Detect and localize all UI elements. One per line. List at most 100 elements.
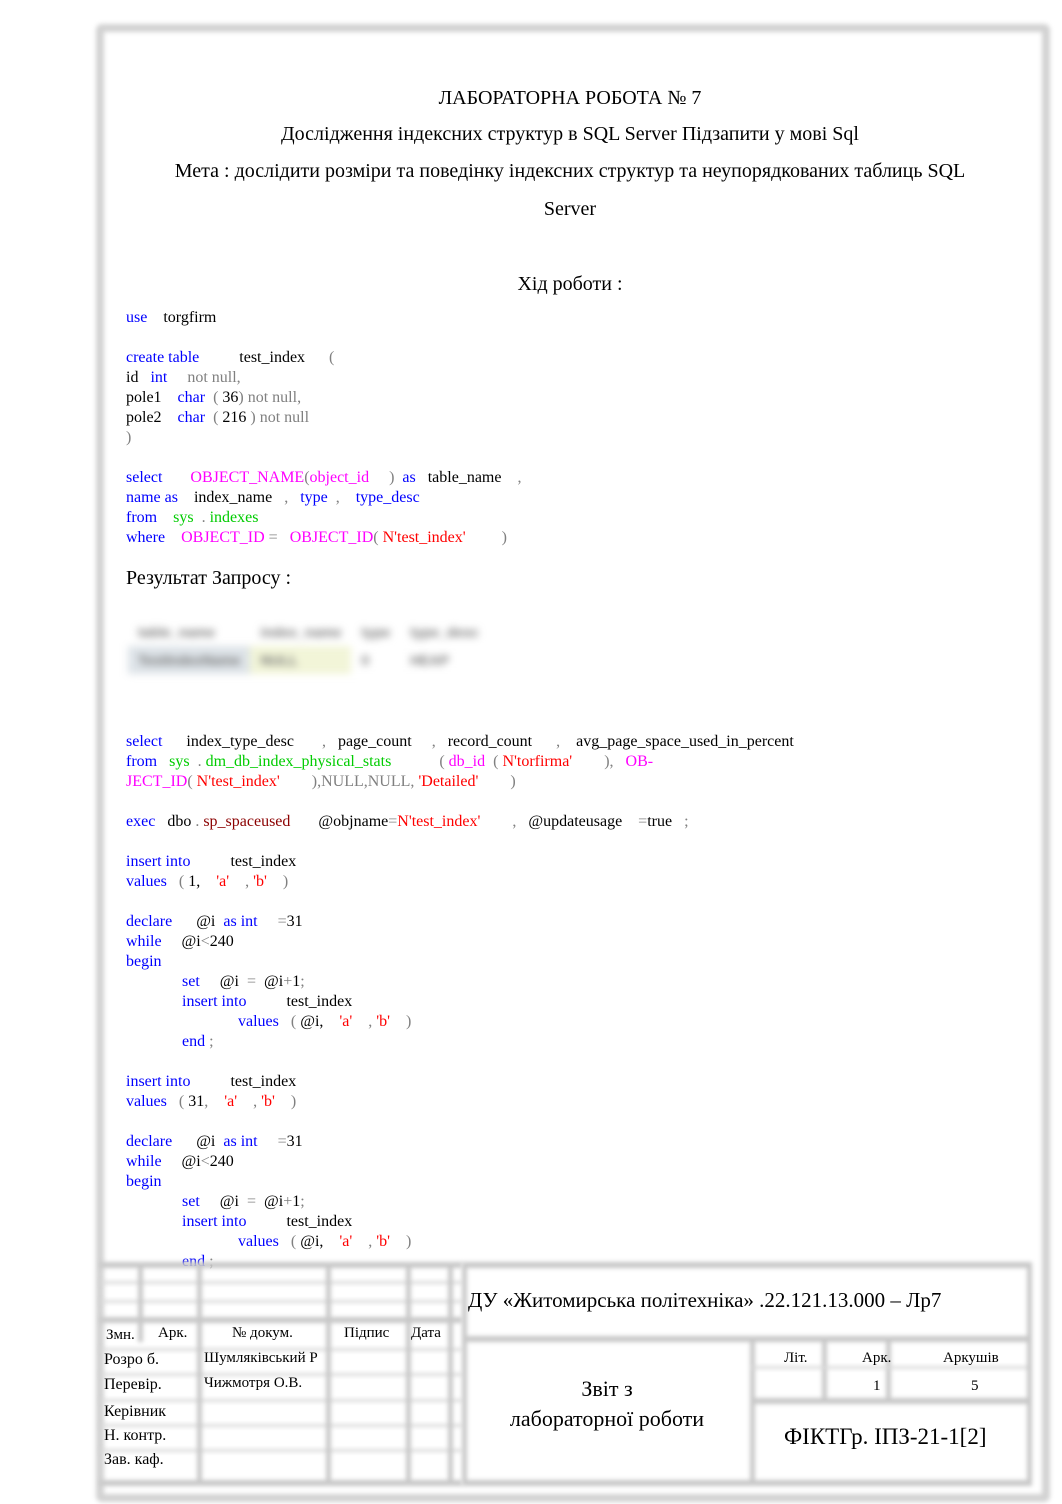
code-token: ;: [300, 973, 305, 990]
stamp-col-signature: Підпис: [344, 1325, 390, 1341]
query-result-image: table_name index_name type type_desc Tes…: [128, 618, 648, 696]
result-label: Результат Запросу :: [126, 567, 292, 589]
code-token: <: [200, 933, 210, 950]
code-token: @i: [199, 1193, 247, 1210]
code-token: values: [126, 873, 167, 890]
code-line: insert into test_index: [126, 992, 794, 1012]
code-token: @i: [172, 913, 224, 930]
code-token: begin: [126, 953, 162, 970]
code-line: from sys . indexes: [126, 508, 521, 528]
code-token: where: [126, 529, 166, 546]
code-token: @i,: [300, 1233, 324, 1250]
code-token: 'b': [253, 873, 267, 890]
code-token: test_index: [199, 349, 330, 366]
code-token: ,: [237, 1093, 262, 1110]
code-token: OBJECT_NAME: [190, 469, 305, 486]
code-token: as int: [223, 913, 258, 930]
code-line: while @i<240: [126, 932, 794, 952]
code-token: pole1: [126, 389, 178, 406]
code-token: sp_spaceused: [203, 813, 291, 830]
code-token: values: [126, 1093, 167, 1110]
code-token: @objname: [290, 813, 389, 830]
lab-goal-line-2: Server: [543, 198, 597, 220]
code-token: ,: [480, 813, 517, 830]
code-token: set: [182, 973, 200, 990]
code-token: page_count: [325, 733, 432, 750]
result-cell: NULL: [250, 646, 352, 674]
code-token: from: [126, 753, 158, 770]
code-token: (: [373, 529, 383, 546]
code-token: 'b': [261, 1093, 275, 1110]
code-token: type_desc: [339, 489, 420, 506]
code-token: not null,: [167, 369, 241, 386]
code-token: =: [246, 1193, 256, 1210]
result-row: TestIndexName NULL 0 HEAP: [128, 646, 489, 674]
sql-code-block-2: select index_type_desc , page_count , re…: [126, 732, 794, 1272]
code-token: ,: [327, 489, 340, 506]
code-token: db_id: [448, 753, 486, 770]
code-token: 1,: [188, 873, 201, 890]
code-token: exec: [126, 813, 156, 830]
progress-heading: Хід роботи :: [517, 273, 623, 295]
code-token: @i: [161, 1153, 201, 1170]
code-token: (: [278, 1233, 301, 1250]
code-token: +: [283, 1193, 293, 1210]
code-line: set @i = @i+1;: [126, 972, 794, 992]
code-token: @i: [161, 933, 201, 950]
code-token: OBJECT_ID: [289, 529, 374, 546]
code-line: insert into test_index: [126, 1212, 794, 1232]
stamp-col-date: Дата: [411, 1325, 441, 1341]
code-token: while: [126, 1153, 162, 1170]
code-token: indexes: [209, 509, 259, 526]
code-token: OBJECT_ID: [181, 529, 265, 546]
code-token: ): [126, 429, 132, 446]
code-line: begin: [126, 952, 794, 972]
code-token: record_count: [435, 733, 557, 750]
code-line: values ( @i, 'a' , 'b' ): [126, 1012, 794, 1032]
code-token: index_type_desc: [162, 733, 322, 750]
code-token: 'b': [376, 1013, 391, 1030]
code-token: (: [278, 1013, 301, 1030]
code-token: ): [478, 773, 516, 790]
code-token: @i,: [300, 1013, 324, 1030]
code-line: id int not null,: [126, 368, 521, 388]
code-token: (: [205, 409, 223, 426]
code-line: set @i = @i+1;: [126, 1192, 794, 1212]
stamp-org-code: ДУ «Житомирська політехніка» .22.121.13.…: [468, 1288, 942, 1312]
stamp-role-developer: Розро б.: [104, 1351, 159, 1368]
code-token: +: [283, 973, 293, 990]
code-token: 31: [286, 913, 303, 930]
code-token: ;: [672, 813, 689, 830]
code-token: (: [166, 873, 189, 890]
code-line: where OBJECT_ID = OBJECT_ID( N'test_inde…: [126, 528, 521, 548]
code-token: ,: [352, 1233, 377, 1250]
code-line: pole1 char ( 36) not null,: [126, 388, 521, 408]
code-token: (: [329, 349, 335, 366]
code-token: 240: [209, 933, 234, 950]
code-line: insert into test_index: [126, 852, 794, 872]
code-token: <: [200, 1153, 210, 1170]
code-token: declare: [126, 913, 173, 930]
stamp-lit-label: Літ.: [784, 1350, 808, 1366]
code-token: as int: [223, 1133, 258, 1150]
code-line: values ( 1, 'a' , 'b' ): [126, 872, 794, 892]
code-token: create table: [126, 349, 200, 366]
code-token: declare: [126, 1133, 173, 1150]
code-line: while @i<240: [126, 1152, 794, 1172]
code-token: while: [126, 933, 162, 950]
title-block-stamp: Змн. Арк. № докум. Підпис Дата Розро б. …: [100, 1262, 1032, 1486]
code-token: sys: [169, 753, 190, 770]
stamp-col-sheet: Арк.: [158, 1325, 188, 1341]
code-token: @updateusage: [516, 813, 639, 830]
code-token: true: [647, 813, 673, 830]
